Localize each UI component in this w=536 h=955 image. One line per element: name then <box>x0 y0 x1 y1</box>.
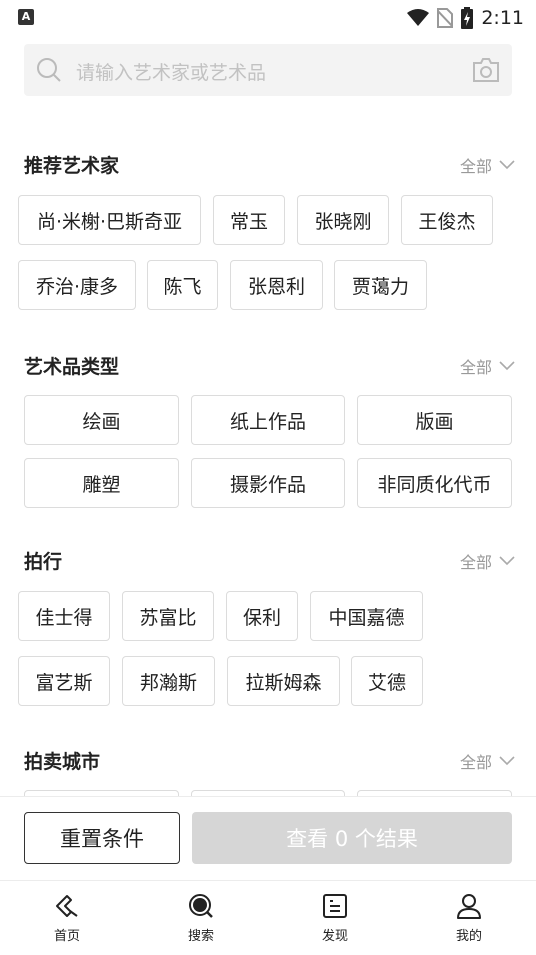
chevron-down-icon <box>499 556 515 566</box>
search-icon <box>37 58 61 82</box>
artist-chip[interactable]: 贾蔼力 <box>334 260 427 310</box>
auction-house-chip[interactable]: 富艺斯 <box>18 656 110 706</box>
artist-chip[interactable]: 尚·米榭·巴斯奇亚 <box>18 195 201 245</box>
wifi-icon <box>407 9 430 26</box>
status-bar: A 2:11 <box>0 0 536 36</box>
auction-house-chip[interactable]: 佳士得 <box>18 591 110 641</box>
auction-house-chip[interactable]: 拉斯姆森 <box>227 656 340 706</box>
nav-label-mine: 我的 <box>455 929 482 944</box>
home-icon <box>56 895 78 917</box>
chevron-down-icon <box>499 160 515 170</box>
nav-item-mine[interactable]: 我的 <box>419 891 519 944</box>
type-chip[interactable]: 绘画 <box>24 395 179 445</box>
all-label: 全部 <box>459 553 492 572</box>
artist-chip[interactable]: 乔治·康多 <box>18 260 136 310</box>
reset-button[interactable]: 重置条件 <box>24 812 180 864</box>
user-icon <box>457 894 481 919</box>
nav-item-search[interactable]: 搜索 <box>151 891 251 944</box>
artist-chip[interactable]: 常玉 <box>213 195 285 245</box>
artist-chip[interactable]: 张恩利 <box>230 260 323 310</box>
auction-houses-all-toggle[interactable]: 全部 <box>460 549 516 573</box>
bottom-nav: 首页 搜索 发现 我的 <box>0 880 536 955</box>
search-placeholder: 请输入艺术家或艺术品 <box>76 62 267 84</box>
nav-label-home: 首页 <box>53 929 80 944</box>
artist-chip[interactable]: 陈飞 <box>147 260 218 310</box>
all-label: 全部 <box>459 157 492 176</box>
chevron-down-icon <box>499 756 515 766</box>
all-label: 全部 <box>459 358 492 377</box>
section-title-auction-houses: 拍行 <box>24 551 63 573</box>
auction-house-chip[interactable]: 苏富比 <box>122 591 214 641</box>
chevron-down-icon <box>499 361 515 371</box>
nav-label-search: 搜索 <box>187 929 214 944</box>
type-chip[interactable]: 摄影作品 <box>191 458 345 508</box>
notification-a-icon: A <box>18 9 34 25</box>
artist-chip[interactable]: 张晓刚 <box>297 195 389 245</box>
auction-house-chip[interactable]: 中国嘉德 <box>310 591 423 641</box>
battery-icon <box>461 7 474 29</box>
discover-icon <box>323 894 347 918</box>
auction-house-chip[interactable]: 艾德 <box>351 656 423 706</box>
cities-all-toggle[interactable]: 全部 <box>460 749 516 773</box>
type-chip[interactable]: 纸上作品 <box>191 395 345 445</box>
artist-chip[interactable]: 王俊杰 <box>401 195 493 245</box>
view-results-button[interactable]: 查看 0 个结果 <box>192 812 512 864</box>
search-input[interactable]: 请输入艺术家或艺术品 <box>24 44 512 96</box>
auction-house-chip[interactable]: 保利 <box>226 591 298 641</box>
nav-item-home[interactable]: 首页 <box>17 891 117 944</box>
all-label: 全部 <box>459 753 492 772</box>
no-sim-icon <box>437 8 454 28</box>
status-time: 2:11 <box>481 7 524 29</box>
type-chip[interactable]: 非同质化代币 <box>357 458 512 508</box>
type-chip[interactable]: 版画 <box>357 395 512 445</box>
camera-icon[interactable] <box>472 57 500 83</box>
types-all-toggle[interactable]: 全部 <box>460 354 516 378</box>
nav-item-discover[interactable]: 发现 <box>285 891 385 944</box>
auction-house-chip[interactable]: 邦瀚斯 <box>122 656 215 706</box>
type-chip[interactable]: 雕塑 <box>24 458 179 508</box>
section-title-cities: 拍卖城市 <box>24 751 101 773</box>
section-title-artists: 推荐艺术家 <box>24 155 120 177</box>
nav-label-discover: 发现 <box>321 929 348 944</box>
search-icon <box>189 894 213 918</box>
artists-all-toggle[interactable]: 全部 <box>460 153 516 177</box>
footer-divider <box>0 796 536 797</box>
section-title-types: 艺术品类型 <box>24 356 120 378</box>
